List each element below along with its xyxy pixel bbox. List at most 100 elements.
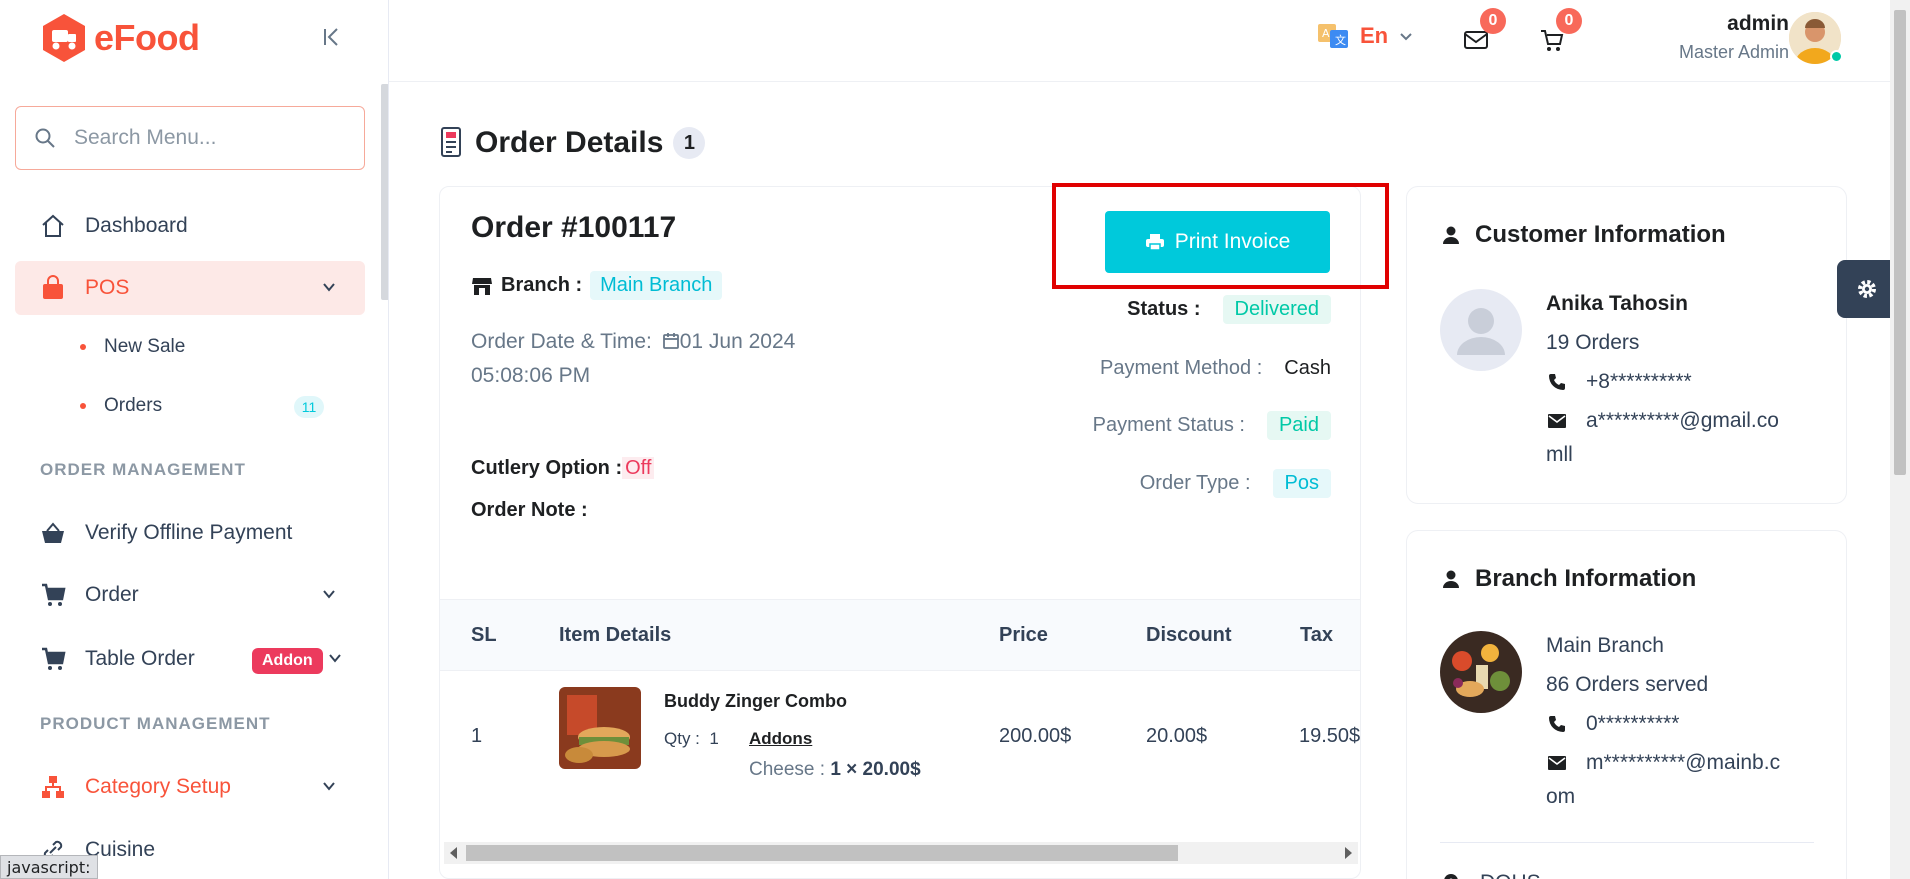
payment-status-badge: Paid [1266, 411, 1331, 440]
scrollbar-thumb[interactable] [466, 845, 1178, 861]
sidebar-item-pos[interactable]: POS [15, 261, 365, 315]
customer-phone-row: +8********** [1546, 365, 1692, 399]
qty-label: Qty : [664, 729, 700, 748]
branch-line: Branch : Main Branch [471, 271, 723, 300]
sidebar-item-label: Order [85, 583, 139, 606]
collapse-sidebar-icon[interactable] [320, 24, 344, 50]
search-input[interactable] [74, 126, 334, 150]
addon-name: Cheese : [749, 759, 826, 780]
customer-phone: +8********** [1586, 370, 1692, 393]
page-title: Order Details [475, 126, 664, 159]
chevron-down-icon [323, 590, 335, 599]
printer-icon [1145, 234, 1164, 251]
scroll-left-arrow-icon[interactable] [450, 847, 457, 859]
gear-icon [1858, 280, 1876, 298]
cart-button[interactable]: 0 [1534, 8, 1582, 58]
addon-detail: Cheese : 1 × 20.00$ [749, 759, 921, 781]
section-product-management: PRODUCT MANAGEMENT [40, 714, 271, 733]
sidebar: eFood Dashboard POS New Sale [0, 0, 389, 879]
page-title-row: Order Details 1 [439, 126, 706, 160]
language-selector[interactable]: A文 En [1316, 22, 1414, 50]
addons-link[interactable]: Addons [749, 729, 812, 749]
user-role: Master Admin [1678, 42, 1789, 62]
row-tax: 19.50$ [1299, 725, 1361, 747]
sidebar-item-category-setup[interactable]: Category Setup [15, 760, 365, 814]
order-type-badge: Pos [1272, 469, 1331, 498]
column-header-discount: Discount [1146, 624, 1232, 646]
cart-icon [39, 581, 67, 609]
envelope-icon [1546, 746, 1568, 780]
table-horizontal-scrollbar[interactable] [444, 842, 1358, 864]
top-header: A文 En 0 0 admin Master Admin [389, 0, 1910, 82]
status-label: Status : [1127, 298, 1201, 320]
payment-method-label: Payment Method : [1099, 357, 1263, 379]
phone-icon [1546, 707, 1568, 741]
branch-card-title: Branch Information [1441, 565, 1696, 593]
page-count-badge: 1 [673, 127, 706, 159]
branch-address: DOHS [1480, 866, 1541, 879]
customer-title: Customer Information [1475, 221, 1726, 248]
sidebar-item-label: Verify Offline Payment [85, 521, 293, 544]
user-icon [1443, 570, 1459, 588]
scroll-right-arrow-icon[interactable] [1345, 847, 1352, 859]
column-header-sl: SL [471, 624, 497, 646]
customer-card-title: Customer Information [1441, 221, 1726, 249]
branch-badge: Main Branch [590, 271, 723, 300]
row-discount: 20.00$ [1146, 725, 1208, 747]
language-label: En [1360, 23, 1389, 48]
store-icon [472, 277, 492, 295]
browser-status-bar: javascript: [0, 855, 98, 879]
column-header-item-details: Item Details [559, 624, 672, 646]
page-vertical-scrollbar[interactable] [1890, 0, 1910, 879]
branch-phone-row: 0********** [1546, 707, 1679, 741]
sidebar-subitem-new-sale[interactable]: New Sale [80, 336, 185, 358]
sidebar-item-label: POS [85, 276, 130, 299]
brand[interactable]: eFood [40, 12, 200, 64]
order-date: 01 Jun 2024 [679, 330, 796, 353]
order-type-label: Order Type : [1139, 472, 1251, 494]
sidebar-item-order[interactable]: Order [15, 568, 365, 622]
user-name: admin [1727, 12, 1789, 35]
branch-email-row: m**********@mainb.c [1546, 746, 1780, 780]
sidebar-subitem-orders[interactable]: Orders [80, 395, 162, 417]
cutlery-label: Cutlery Option : [471, 457, 623, 479]
item-qty: Qty : 1 [664, 729, 719, 749]
print-invoice-button[interactable]: Print Invoice [1105, 211, 1330, 273]
scrollbar-thumb[interactable] [1894, 10, 1906, 475]
branch-address-row: DOHS [1440, 866, 1541, 879]
svg-text:A: A [1322, 27, 1330, 40]
sidebar-scrollbar[interactable] [381, 84, 388, 300]
home-icon [39, 212, 67, 240]
cart-count-badge: 0 [1556, 8, 1582, 34]
svg-text:文: 文 [1335, 33, 1346, 47]
envelope-icon [1546, 404, 1568, 438]
addon-badge: Addon [252, 648, 323, 674]
section-order-management: ORDER MANAGEMENT [40, 460, 246, 479]
chevron-down-icon [323, 283, 335, 292]
branch-name: Main Branch [1546, 634, 1664, 657]
branch-orders: 86 Orders served [1546, 673, 1709, 696]
messages-button[interactable]: 0 [1458, 8, 1506, 58]
sidebar-subitem-label: Orders [104, 395, 163, 416]
cutlery-option: Cutlery Option : Off [471, 457, 655, 480]
branch-image [1440, 631, 1522, 713]
branch-info-card: Branch Information Main Branch 86 Orders… [1406, 530, 1847, 879]
status-badge: Delivered [1222, 295, 1331, 324]
sidebar-item-dashboard[interactable]: Dashboard [15, 199, 365, 253]
user-icon [1443, 226, 1459, 244]
customer-orders: 19 Orders [1546, 331, 1640, 354]
bullet-dot [80, 344, 86, 350]
cutlery-value: Off [622, 457, 655, 479]
order-card: Order #100117 Branch : Main Branch Order… [439, 186, 1361, 879]
settings-button[interactable] [1837, 260, 1897, 318]
item-name: Buddy Zinger Combo [664, 691, 847, 711]
order-date-time: Order Date & Time: 01 Jun 2024 05:08:06 … [471, 325, 831, 393]
branch-title: Branch Information [1475, 565, 1697, 592]
app-root: eFood Dashboard POS New Sale [0, 0, 1910, 879]
sidebar-item-label: Table Order [85, 647, 195, 670]
order-note-label: Order Note : [471, 499, 588, 521]
items-table-header: SL Item Details Price Discount Tax [440, 599, 1360, 671]
sidebar-item-verify-offline-payment[interactable]: Verify Offline Payment [15, 506, 365, 560]
brand-logo-icon [43, 14, 85, 62]
row-sl: 1 [471, 725, 483, 747]
